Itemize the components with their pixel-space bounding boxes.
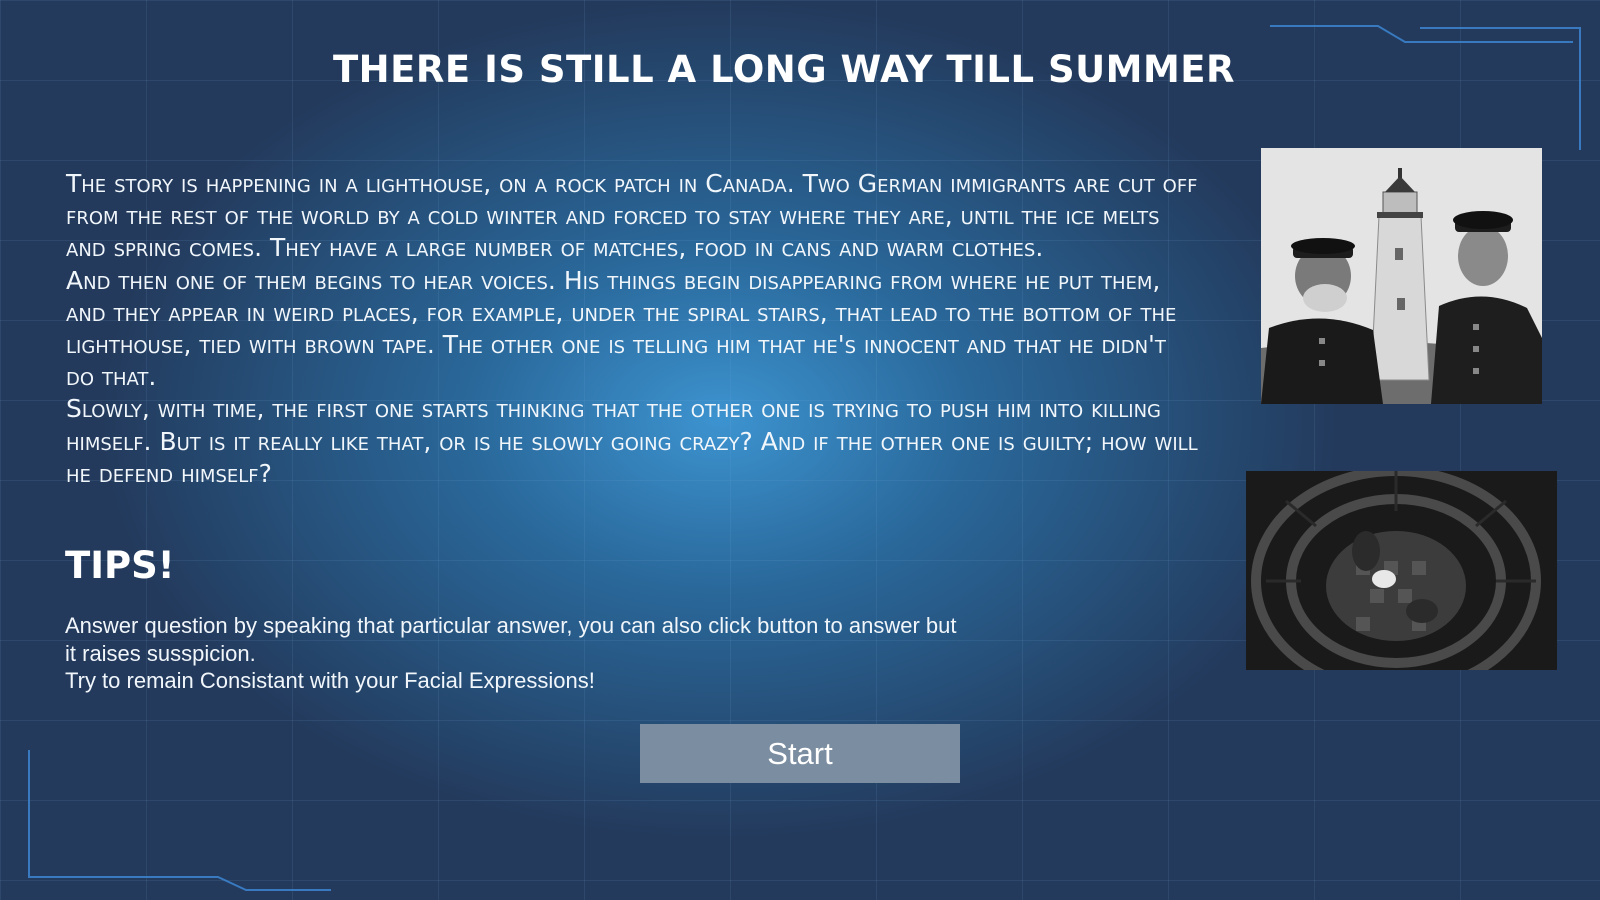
start-button[interactable]: Start: [640, 724, 960, 783]
story-text: The story is happening in a lighthouse, …: [66, 168, 1201, 490]
corner-decoration-bottom-left: [28, 750, 331, 891]
story-paragraph: Slowly, with time, the first one starts …: [66, 394, 1198, 488]
story-paragraph: The story is happening in a lighthouse, …: [66, 169, 1198, 263]
page-title: THERE IS STILL A LONG WAY TILL SUMMER: [332, 48, 1236, 91]
lighthouse-keepers-photo: [1261, 148, 1542, 404]
story-paragraph: And then one of them begins to hear voic…: [66, 265, 1177, 392]
tips-heading: TIPS!: [65, 544, 175, 587]
tip-line: Answer question by speaking that particu…: [65, 613, 957, 666]
tips-text: Answer question by speaking that particu…: [65, 612, 965, 695]
spiral-staircase-photo: [1246, 471, 1557, 670]
tip-line: Try to remain Consistant with your Facia…: [65, 668, 595, 693]
